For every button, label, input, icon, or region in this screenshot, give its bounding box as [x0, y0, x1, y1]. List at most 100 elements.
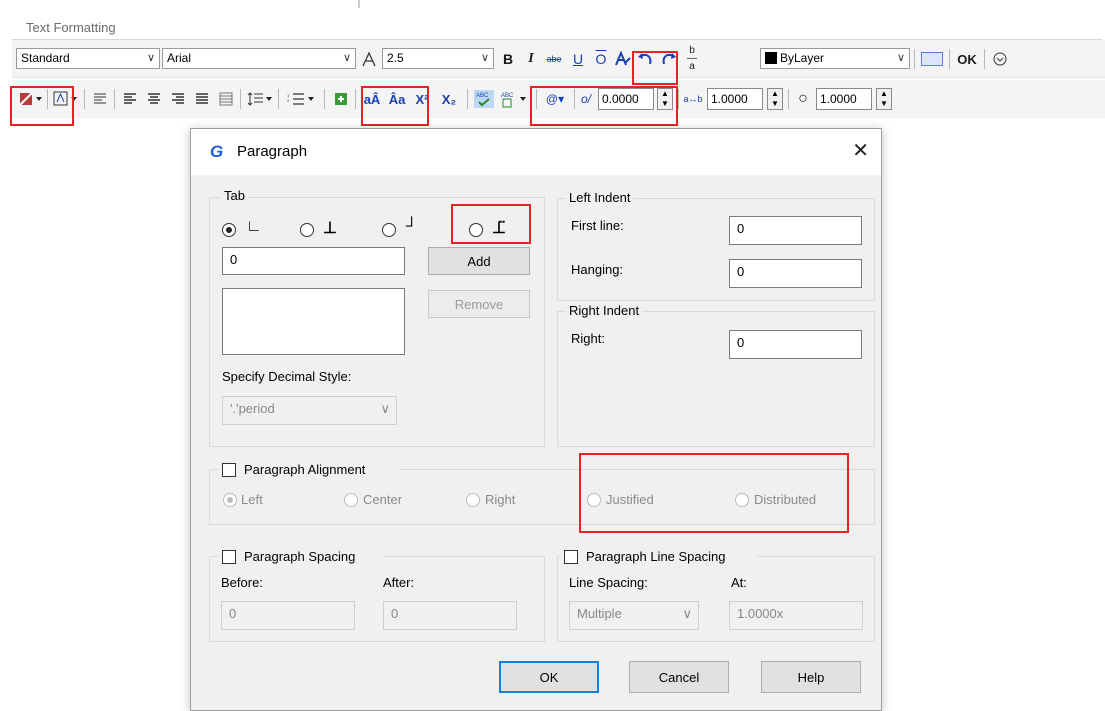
- dialog-title: Paragraph: [237, 143, 308, 160]
- bold-button[interactable]: B: [499, 46, 517, 72]
- tab-group-label: Tab: [221, 188, 248, 203]
- decimal-style-select[interactable]: '.'period ∨: [222, 396, 397, 425]
- at-input[interactable]: 1.0000x: [729, 601, 863, 630]
- decimal-style-value: '.'period: [230, 401, 275, 416]
- first-line-input[interactable]: 0: [729, 216, 862, 245]
- spellcheck-icon[interactable]: ABC: [472, 86, 496, 112]
- before-input[interactable]: 0: [221, 601, 355, 630]
- chevron-down-icon: ∨: [342, 52, 351, 64]
- svg-text:2: 2: [287, 98, 290, 103]
- left-tab-icon: ∟: [246, 218, 262, 235]
- hanging-input[interactable]: 0: [729, 259, 862, 288]
- close-icon[interactable]: ✕: [852, 138, 869, 163]
- highlight-box: [632, 51, 678, 85]
- spellcheck-settings-icon[interactable]: ABC: [499, 86, 529, 112]
- toolbar-title: Text Formatting: [12, 8, 1102, 40]
- decimal-style-label: Specify Decimal Style:: [222, 369, 352, 384]
- remove-button[interactable]: Remove: [428, 290, 530, 318]
- screen: Text Formatting Standard ∨ Arial ∨ 2.5 ∨…: [0, 0, 1105, 711]
- tracking-icon: a↔b: [683, 94, 703, 104]
- toolbar-separator: [324, 89, 325, 109]
- toolbar-separator: [914, 49, 915, 69]
- left-indent-label: Left Indent: [566, 190, 634, 205]
- font-color-icon[interactable]: [613, 46, 633, 72]
- line-spacing-type-label: Line Spacing:: [569, 575, 648, 590]
- align-justify-icon[interactable]: [192, 86, 212, 112]
- align-left-radio[interactable]: [223, 493, 237, 507]
- line-spacing-icon[interactable]: [246, 86, 274, 112]
- right-tab-icon: ┘: [406, 218, 418, 235]
- toolbar-separator: [355, 89, 356, 109]
- text-height-combo[interactable]: 2.5 ∨: [382, 48, 494, 69]
- align-left-label: Left: [241, 492, 263, 507]
- strikethrough-button[interactable]: abe: [542, 46, 566, 72]
- color-combo[interactable]: ByLayer ∨: [760, 48, 910, 69]
- font-combo[interactable]: Arial ∨: [162, 48, 356, 69]
- alignment-header: Paragraph Alignment: [219, 461, 399, 481]
- paragraph-dialog-icon[interactable]: [90, 86, 110, 112]
- hanging-label: Hanging:: [571, 262, 624, 277]
- options-icon[interactable]: [990, 46, 1010, 72]
- style-combo-value: Standard: [21, 51, 70, 65]
- center-tab-icon: ⊥: [323, 220, 337, 237]
- ok-toolbar-button[interactable]: OK: [955, 46, 979, 72]
- add-button[interactable]: Add: [428, 247, 530, 275]
- width-factor-icon: ○: [798, 90, 808, 107]
- tab-position-input[interactable]: 0: [222, 247, 405, 275]
- spacing-header: Paragraph Spacing: [219, 548, 385, 568]
- paragraph-dialog: G Paragraph ✕ Tab ∟ ⊥ ┘ ⊥̈ 0 Add Remove …: [190, 128, 882, 711]
- toolbar-separator: [949, 49, 950, 69]
- ok-button[interactable]: OK: [499, 661, 599, 693]
- italic-button[interactable]: I: [522, 46, 540, 72]
- align-left-icon[interactable]: [120, 86, 140, 112]
- underline-button[interactable]: U: [569, 46, 587, 72]
- highlight-box: [361, 86, 429, 126]
- spacing-label: Paragraph Spacing: [244, 549, 356, 564]
- align-center-icon[interactable]: [144, 86, 164, 112]
- before-label: Before:: [221, 575, 263, 590]
- insert-field-icon[interactable]: [330, 86, 352, 112]
- toolbar-separator: [278, 89, 279, 109]
- tab-left-radio[interactable]: [222, 223, 236, 237]
- highlight-box: [579, 453, 849, 533]
- align-right-icon[interactable]: [168, 86, 188, 112]
- at-label: At:: [731, 575, 747, 590]
- tab-list[interactable]: [222, 288, 405, 355]
- line-spacing-label: Paragraph Line Spacing: [586, 549, 726, 564]
- width-factor-input[interactable]: 1.0000: [816, 88, 872, 110]
- right-indent-input[interactable]: 0: [729, 330, 862, 359]
- align-center-radio[interactable]: [344, 493, 358, 507]
- chevron-down-icon: ∨: [480, 52, 489, 64]
- line-spacing-checkbox[interactable]: [564, 550, 578, 564]
- align-center-label: Center: [363, 492, 403, 507]
- ruler-icon-shape: [921, 52, 943, 66]
- line-spacing-header: Paragraph Line Spacing: [561, 548, 757, 568]
- tab-center-radio[interactable]: [300, 223, 314, 237]
- right-label: Right:: [571, 331, 605, 346]
- color-combo-value: ByLayer: [780, 51, 825, 65]
- font-combo-value: Arial: [167, 51, 192, 65]
- spacing-checkbox[interactable]: [222, 550, 236, 564]
- width-spin-button[interactable]: ▲ ▼: [876, 88, 892, 110]
- stack-icon[interactable]: b — a: [683, 46, 701, 72]
- cancel-button[interactable]: Cancel: [629, 661, 729, 693]
- overline-button[interactable]: O: [592, 46, 610, 72]
- svg-text:ABC: ABC: [501, 93, 514, 99]
- tab-right-radio[interactable]: [382, 223, 396, 237]
- after-input[interactable]: 0: [383, 601, 517, 630]
- tracking-spin-button[interactable]: ▲ ▼: [767, 88, 783, 110]
- help-button[interactable]: Help: [761, 661, 861, 693]
- subscript-button[interactable]: X₂: [438, 86, 460, 112]
- chevron-down-icon: ∨: [146, 52, 155, 64]
- tracking-input[interactable]: 1.0000: [707, 88, 763, 110]
- highlight-box: [451, 204, 531, 244]
- annotative-icon[interactable]: [359, 46, 379, 72]
- line-spacing-select[interactable]: Multiple ∨: [569, 601, 699, 630]
- align-right-radio[interactable]: [466, 493, 480, 507]
- ruler-icon[interactable]: [919, 46, 945, 72]
- style-combo[interactable]: Standard ∨: [16, 48, 160, 69]
- numbering-icon[interactable]: 12: [284, 86, 318, 112]
- alignment-checkbox[interactable]: [222, 463, 236, 477]
- distribute-icon[interactable]: [216, 86, 236, 112]
- chevron-down-icon: ∨: [896, 52, 905, 64]
